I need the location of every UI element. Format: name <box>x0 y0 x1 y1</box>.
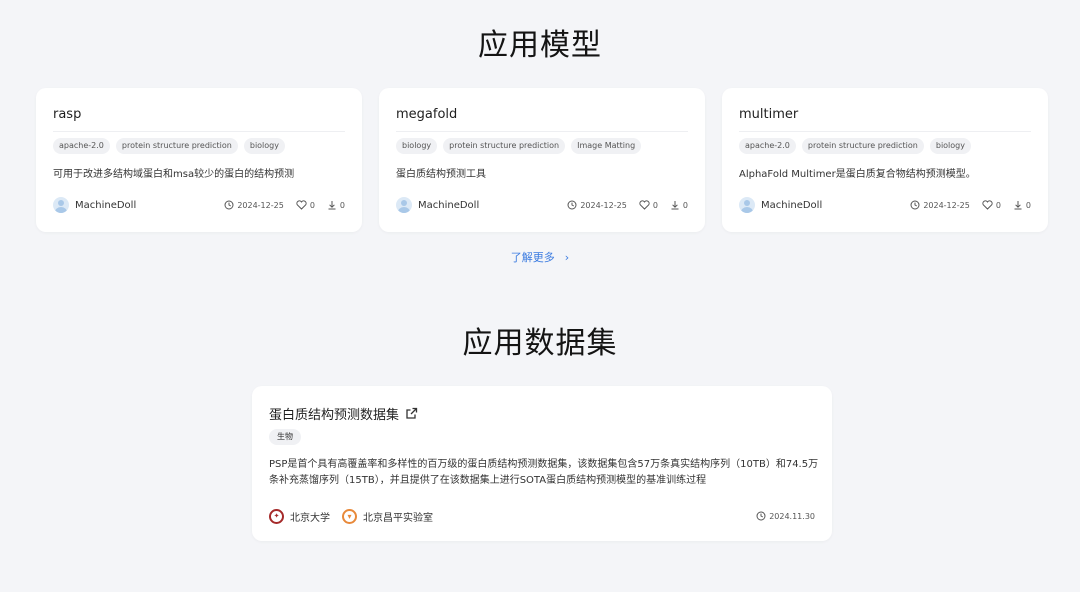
model-tag[interactable]: protein structure prediction <box>443 138 566 154</box>
dataset-footer: 北京大学 北京昌平实验室 2024.11.30 <box>269 507 815 525</box>
date-text: 2024.11.30 <box>769 511 815 521</box>
date-meta: 2024.11.30 <box>756 511 815 521</box>
date-meta: 2024-12-25 <box>910 200 970 210</box>
avatar[interactable] <box>739 197 755 213</box>
model-tags: apache-2.0 protein structure prediction … <box>739 138 1031 154</box>
avatar[interactable] <box>396 197 412 213</box>
clock-icon <box>567 200 577 210</box>
heart-icon[interactable] <box>982 200 993 210</box>
heart-icon[interactable] <box>296 200 307 210</box>
model-card-multimer[interactable]: multimer apache-2.0 protein structure pr… <box>722 88 1048 232</box>
like-count: 0 <box>309 200 315 210</box>
org-name: 北京大学 <box>290 512 330 524</box>
dataset-title[interactable]: 蛋白质结构预测数据集 <box>269 404 399 423</box>
model-tag[interactable]: apache-2.0 <box>53 138 110 154</box>
model-name[interactable]: megafold <box>396 105 688 125</box>
download-icon[interactable] <box>1013 200 1023 210</box>
section-title-models: 应用模型 <box>478 28 602 63</box>
date-text: 2024-12-25 <box>580 200 627 210</box>
model-tag[interactable]: protein structure prediction <box>801 138 924 154</box>
like-meta[interactable]: 0 <box>639 200 658 210</box>
download-icon[interactable] <box>670 200 680 210</box>
download-count: 0 <box>1025 200 1031 210</box>
model-tag[interactable]: protein structure prediction <box>115 138 238 154</box>
download-meta[interactable]: 0 <box>670 200 688 210</box>
learn-more-link[interactable]: 了解更多 › <box>0 249 1080 265</box>
date-text: 2024-12-25 <box>923 200 970 210</box>
author-name[interactable]: MachineDoll <box>418 200 567 211</box>
learn-more-label[interactable]: 了解更多 <box>511 251 555 264</box>
model-description: 蛋白质结构预测工具 <box>396 169 486 180</box>
date-meta: 2024-12-25 <box>224 200 284 210</box>
download-icon[interactable] <box>327 200 337 210</box>
download-count: 0 <box>682 200 688 210</box>
model-card-rasp[interactable]: rasp apache-2.0 protein structure predic… <box>36 88 362 232</box>
org-name: 北京昌平实验室 <box>363 512 433 524</box>
download-meta[interactable]: 0 <box>327 200 345 210</box>
model-tag[interactable]: biology <box>396 138 438 154</box>
dataset-card[interactable]: 蛋白质结构预测数据集 生物 PSP是首个具有高覆盖率和多样性的百万级的蛋白质结构… <box>252 386 832 541</box>
model-footer: MachineDoll 2024-12-25 0 0 <box>53 196 345 214</box>
divider <box>53 131 345 132</box>
like-count: 0 <box>652 200 658 210</box>
model-card-megafold[interactable]: megafold biology protein structure predi… <box>379 88 705 232</box>
download-count: 0 <box>339 200 345 210</box>
dataset-tag[interactable]: 生物 <box>269 429 301 445</box>
model-name[interactable]: multimer <box>739 105 1031 125</box>
author-name[interactable]: MachineDoll <box>761 200 910 211</box>
heart-icon[interactable] <box>639 200 650 210</box>
author-name[interactable]: MachineDoll <box>75 200 224 211</box>
divider <box>396 131 688 132</box>
date-meta: 2024-12-25 <box>567 200 627 210</box>
changping-lab-logo-icon <box>342 508 357 524</box>
download-meta[interactable]: 0 <box>1013 200 1031 210</box>
model-footer: MachineDoll 2024-12-25 0 0 <box>396 196 688 214</box>
like-meta[interactable]: 0 <box>296 200 315 210</box>
org-changping-lab[interactable]: 北京昌平实验室 <box>342 508 433 524</box>
dataset-description: PSP是首个具有高覆盖率和多样性的百万级的蛋白质结构预测数据集，该数据集包含57… <box>269 459 819 486</box>
pku-logo-icon <box>269 508 284 524</box>
model-tag[interactable]: biology <box>929 138 971 154</box>
org-pku[interactable]: 北京大学 <box>269 508 330 524</box>
chevron-right-icon[interactable]: › <box>565 251 569 264</box>
model-name[interactable]: rasp <box>53 105 345 125</box>
clock-icon <box>910 200 920 210</box>
dataset-title-row[interactable]: 蛋白质结构预测数据集 <box>269 403 815 423</box>
model-footer: MachineDoll 2024-12-25 0 0 <box>739 196 1031 214</box>
model-tags: biology protein structure prediction Ima… <box>396 138 688 154</box>
model-tags: apache-2.0 protein structure prediction … <box>53 138 345 154</box>
model-description: 可用于改进多结构域蛋白和msa较少的蛋白的结构预测 <box>53 169 295 180</box>
model-tag[interactable]: biology <box>243 138 285 154</box>
clock-icon <box>756 511 766 521</box>
clock-icon <box>224 200 234 210</box>
like-count: 0 <box>995 200 1001 210</box>
model-tag[interactable]: Image Matting <box>571 138 642 154</box>
external-link-icon[interactable] <box>405 407 418 420</box>
divider <box>739 131 1031 132</box>
section-title-datasets: 应用数据集 <box>462 326 618 361</box>
avatar[interactable] <box>53 197 69 213</box>
model-tag[interactable]: apache-2.0 <box>739 138 796 154</box>
model-description: AlphaFold Multimer是蛋白质复合物结构预测模型。 <box>739 169 976 180</box>
like-meta[interactable]: 0 <box>982 200 1001 210</box>
date-text: 2024-12-25 <box>237 200 284 210</box>
